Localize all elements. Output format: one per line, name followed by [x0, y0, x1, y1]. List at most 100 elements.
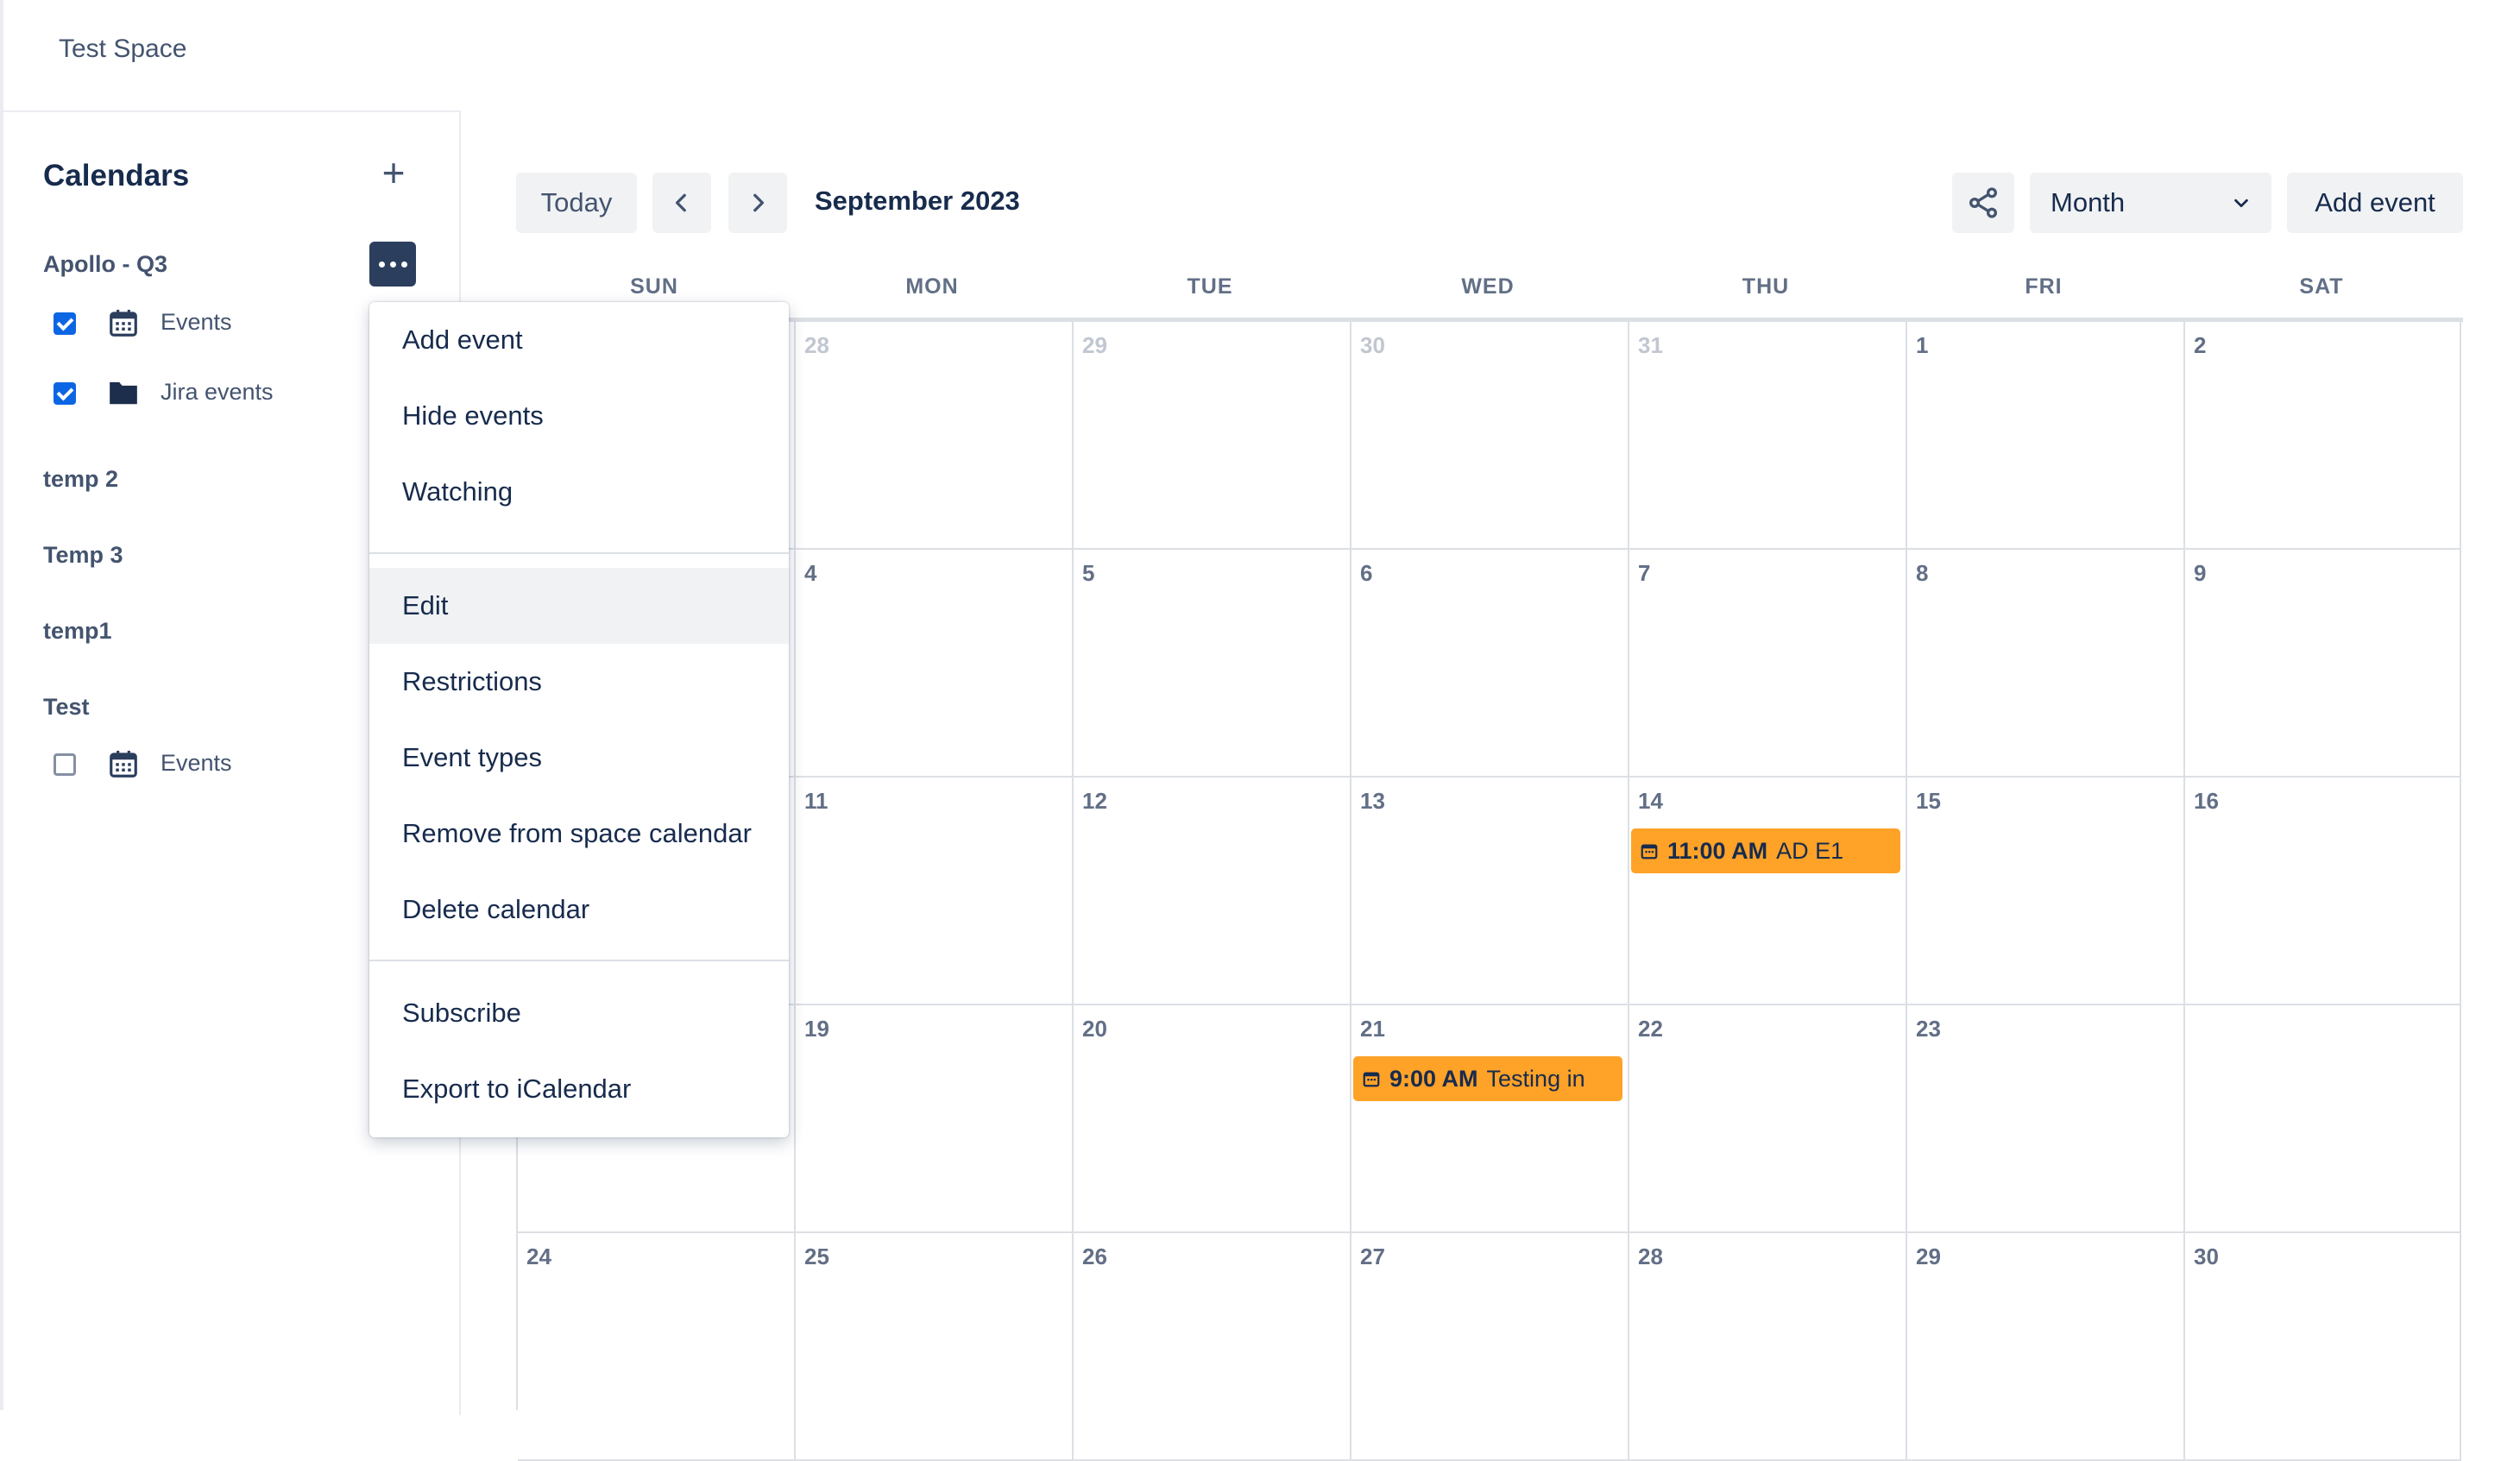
sidebar-title: Calendars — [43, 159, 190, 192]
view-select[interactable]: Month — [2030, 173, 2271, 233]
day-number: 6 — [1360, 560, 1373, 586]
day-cell[interactable]: 27 — [1351, 1233, 1629, 1461]
day-cell[interactable]: 13 — [1351, 778, 1629, 1005]
day-cell[interactable]: 24 — [518, 1233, 796, 1461]
menu-item-subscribe[interactable]: Subscribe — [369, 975, 789, 1051]
day-cell[interactable]: 8 — [1907, 550, 2185, 778]
day-cell[interactable]: 15 — [1907, 778, 2185, 1005]
day-number: 11 — [804, 788, 828, 814]
day-cell[interactable] — [2185, 1005, 2461, 1233]
subcalendar-label[interactable]: Events — [161, 750, 232, 777]
menu-item-hide-events[interactable]: Hide events — [369, 378, 789, 454]
weekday-header: SAT — [2299, 274, 2344, 299]
menu-item-remove-from-space-calendar[interactable]: Remove from space calendar — [369, 796, 789, 872]
day-cell[interactable]: 20 — [1074, 1005, 1351, 1233]
menu-item-export-icalendar[interactable]: Export to iCalendar — [369, 1051, 789, 1127]
day-cell[interactable]: 23 — [1907, 1005, 2185, 1233]
day-number: 1 — [1916, 332, 1929, 358]
share-icon — [1969, 187, 1997, 218]
calendar-name-temp1[interactable]: temp1 — [43, 618, 112, 645]
day-cell[interactable]: 4 — [796, 550, 1074, 778]
share-button[interactable] — [1952, 173, 2014, 233]
day-number: 2 — [2194, 332, 2207, 358]
space-title[interactable]: Test Space — [59, 35, 186, 64]
day-cell[interactable]: 29 — [1907, 1233, 2185, 1461]
day-cell[interactable]: 14 — [1629, 778, 1907, 1005]
day-number: 16 — [2194, 788, 2219, 814]
day-number: 30 — [2194, 1244, 2219, 1269]
checkbox-test-events[interactable] — [54, 753, 76, 776]
day-cell[interactable]: 11 — [796, 778, 1074, 1005]
day-cell[interactable]: 30 — [2185, 1233, 2461, 1461]
day-number: 4 — [804, 560, 817, 586]
day-number: 23 — [1916, 1016, 1941, 1042]
day-number: 5 — [1082, 560, 1095, 586]
prev-month-button[interactable] — [652, 173, 711, 233]
day-cell[interactable]: 30 — [1351, 322, 1629, 550]
menu-item-edit[interactable]: Edit — [369, 568, 789, 644]
menu-divider — [369, 552, 789, 554]
month-grid: 2829303112456789111213141516181920212223… — [516, 318, 2463, 1461]
event-time: 11:00 AM — [1667, 837, 1768, 864]
calendar-more-button[interactable] — [369, 242, 416, 287]
menu-item-delete-calendar[interactable]: Delete calendar — [369, 872, 789, 948]
day-number: 8 — [1916, 560, 1929, 586]
day-number: 28 — [804, 332, 829, 358]
month-title: September 2023 — [815, 186, 1020, 216]
day-cell[interactable]: 25 — [796, 1233, 1074, 1461]
day-number: 21 — [1360, 1016, 1385, 1042]
day-number: 29 — [1916, 1244, 1941, 1269]
day-number: 9 — [2194, 560, 2207, 586]
day-cell[interactable]: 2 — [2185, 322, 2461, 550]
calendar-event[interactable]: 11:00 AM AD E1 — [1631, 828, 1900, 873]
day-number: 14 — [1638, 788, 1663, 814]
checkbox-apollo-events[interactable] — [54, 312, 76, 335]
chevron-left-icon — [675, 193, 686, 212]
menu-item-event-types[interactable]: Event types — [369, 720, 789, 796]
day-cell[interactable]: 29 — [1074, 322, 1351, 550]
next-month-button[interactable] — [728, 173, 787, 233]
day-number: 20 — [1082, 1016, 1107, 1042]
today-button[interactable]: Today — [516, 173, 637, 233]
day-number: 30 — [1360, 332, 1385, 358]
weekday-header: FRI — [2025, 274, 2063, 299]
day-number: 26 — [1082, 1244, 1107, 1269]
day-cell[interactable]: 19 — [796, 1005, 1074, 1233]
add-event-button[interactable]: Add event — [2287, 173, 2463, 233]
day-cell[interactable]: 28 — [1629, 1233, 1907, 1461]
calendar-name-test[interactable]: Test — [43, 694, 90, 721]
calendar-name-temp3[interactable]: Temp 3 — [43, 542, 123, 569]
weekday-header: TUE — [1187, 274, 1233, 299]
day-cell[interactable]: 31 — [1629, 322, 1907, 550]
chevron-down-icon — [2234, 198, 2248, 208]
day-number: 12 — [1082, 788, 1107, 814]
day-cell[interactable]: 12 — [1074, 778, 1351, 1005]
day-cell[interactable]: 9 — [2185, 550, 2461, 778]
day-number: 7 — [1638, 560, 1651, 586]
day-cell[interactable]: 21 — [1351, 1005, 1629, 1233]
day-number: 29 — [1082, 332, 1107, 358]
day-cell[interactable]: 26 — [1074, 1233, 1351, 1461]
calendar-icon — [1363, 1072, 1380, 1087]
day-cell[interactable]: 16 — [2185, 778, 2461, 1005]
day-number: 24 — [526, 1244, 551, 1269]
menu-item-watching[interactable]: Watching — [369, 454, 789, 530]
day-number: 27 — [1360, 1244, 1385, 1269]
checkbox-apollo-jira-events[interactable] — [54, 382, 76, 405]
subcalendar-label[interactable]: Events — [161, 309, 232, 336]
day-cell[interactable]: 7 — [1629, 550, 1907, 778]
day-cell[interactable]: 5 — [1074, 550, 1351, 778]
day-number: 13 — [1360, 788, 1385, 814]
day-cell[interactable]: 22 — [1629, 1005, 1907, 1233]
add-calendar-button[interactable]: + — [375, 153, 413, 193]
day-cell[interactable]: 28 — [796, 322, 1074, 550]
menu-item-restrictions[interactable]: Restrictions — [369, 644, 789, 720]
calendar-event[interactable]: 9:00 AM Testing in — [1353, 1056, 1622, 1101]
subcalendar-label[interactable]: Jira events — [161, 379, 274, 406]
day-cell[interactable]: 6 — [1351, 550, 1629, 778]
day-cell[interactable]: 1 — [1907, 322, 2185, 550]
calendar-name-apollo[interactable]: Apollo - Q3 — [43, 251, 167, 278]
calendar-name-temp2[interactable]: temp 2 — [43, 466, 118, 493]
day-number: 15 — [1916, 788, 1941, 814]
menu-item-add-event[interactable]: Add event — [369, 302, 789, 378]
